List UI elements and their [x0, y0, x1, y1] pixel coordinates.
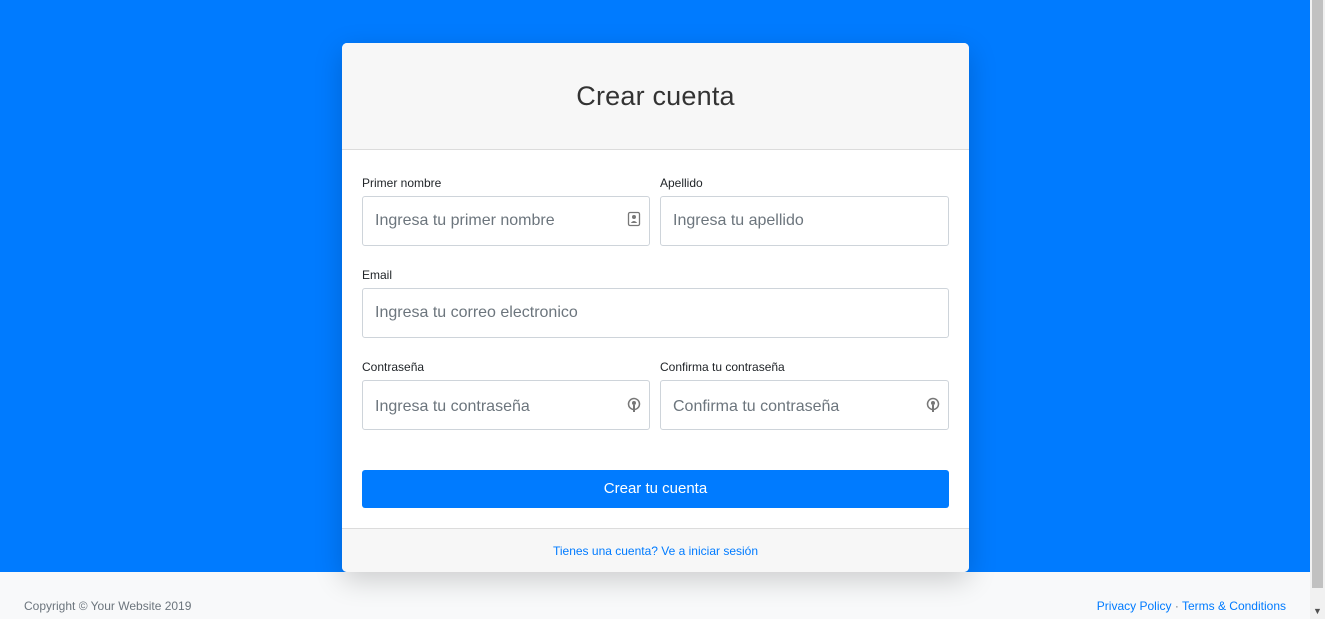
password-input[interactable]: Ingresa tu contraseña — [362, 380, 650, 430]
page: Crear cuenta Primer nombre Ingresa tu pr… — [0, 0, 1325, 619]
create-account-button[interactable]: Crear tu cuenta — [362, 470, 949, 508]
footer-links: Privacy Policy · Terms & Conditions — [1097, 599, 1286, 613]
footer-separator: · — [1174, 599, 1179, 613]
last-name-input[interactable]: Ingresa tu apellido — [660, 196, 949, 246]
confirm-password-placeholder: Confirma tu contraseña — [673, 398, 840, 415]
contact-card-icon[interactable] — [627, 211, 641, 227]
vertical-scrollbar[interactable]: ▼ — [1310, 0, 1325, 619]
register-card: Crear cuenta Primer nombre Ingresa tu pr… — [342, 43, 969, 572]
last-name-label: Apellido — [660, 176, 703, 190]
scroll-down-arrow-icon[interactable]: ▼ — [1313, 607, 1322, 616]
card-header: Crear cuenta — [342, 43, 969, 150]
password-placeholder: Ingresa tu contraseña — [375, 398, 530, 415]
privacy-policy-link[interactable]: Privacy Policy — [1097, 599, 1172, 613]
terms-link[interactable]: Terms & Conditions — [1182, 599, 1286, 613]
copyright-text: Copyright © Your Website 2019 — [24, 599, 192, 613]
confirm-password-input[interactable]: Confirma tu contraseña — [660, 380, 949, 430]
password-label: Contraseña — [362, 360, 425, 374]
login-link[interactable]: Tienes una cuenta? Ve a iniciar sesión — [342, 544, 969, 558]
email-label: Email — [362, 268, 393, 282]
first-name-input[interactable]: Ingresa tu primer nombre — [362, 196, 650, 246]
email-input[interactable]: Ingresa tu correo electronico — [362, 288, 949, 338]
email-placeholder: Ingresa tu correo electronico — [375, 304, 578, 321]
key-icon[interactable] — [627, 397, 641, 413]
key-icon[interactable] — [926, 397, 940, 413]
card-footer: Tienes una cuenta? Ve a iniciar sesión — [342, 528, 969, 572]
card-title: Crear cuenta — [576, 81, 735, 111]
last-name-placeholder: Ingresa tu apellido — [673, 212, 804, 229]
first-name-label: Primer nombre — [362, 176, 442, 190]
first-name-placeholder: Ingresa tu primer nombre — [375, 212, 555, 229]
scrollbar-thumb[interactable] — [1312, 0, 1323, 588]
confirm-password-label: Confirma tu contraseña — [660, 360, 785, 374]
